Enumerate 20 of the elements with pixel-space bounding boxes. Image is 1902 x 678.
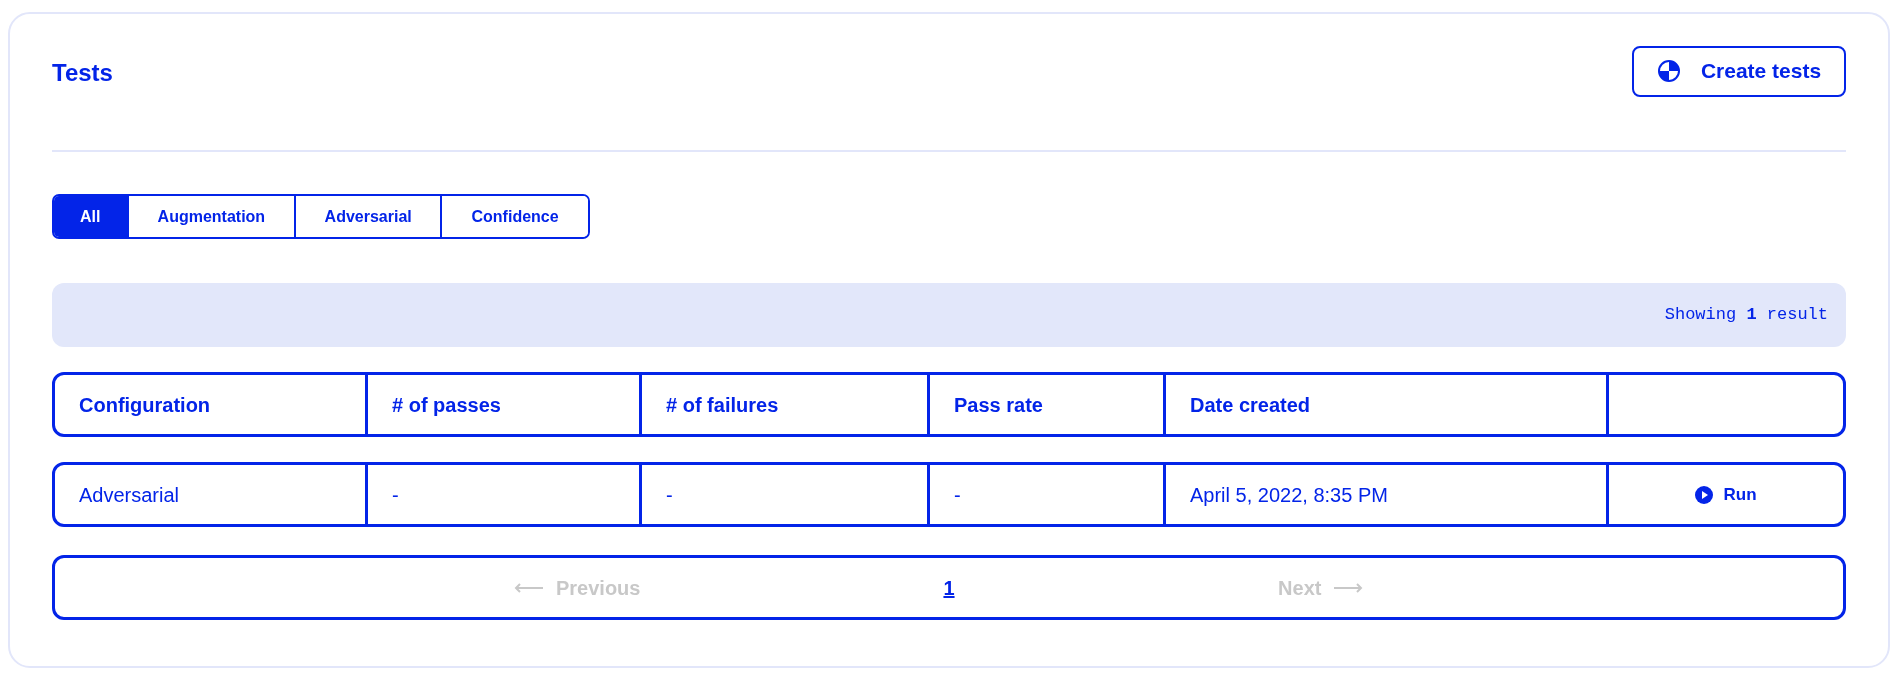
- column-header: # of failures: [642, 375, 930, 434]
- filter-tab[interactable]: All: [54, 196, 129, 237]
- page-title: Tests: [52, 58, 113, 88]
- column-header: # of passes: [368, 375, 642, 434]
- table-cell: Adversarial: [55, 465, 368, 524]
- run-button[interactable]: Run: [1689, 480, 1763, 509]
- column-header: Date created: [1166, 375, 1609, 434]
- left-arrow-icon: [513, 582, 544, 593]
- create-tests-button[interactable]: Create tests: [1632, 45, 1846, 97]
- page-link[interactable]: 1: [939, 572, 959, 603]
- play-icon: [1695, 485, 1714, 504]
- table-cell: -: [930, 465, 1166, 524]
- circle-icon: [1656, 59, 1681, 83]
- right-arrow-icon: [1333, 582, 1364, 593]
- column-header: Configuration: [55, 375, 368, 434]
- table-cell: April 5, 2022, 8:35 PM: [1166, 465, 1609, 524]
- table-cell: -: [642, 465, 930, 524]
- result-count: Showing 1 result: [1664, 304, 1828, 327]
- column-header: Pass rate: [930, 375, 1166, 434]
- table-cell: -: [368, 465, 642, 524]
